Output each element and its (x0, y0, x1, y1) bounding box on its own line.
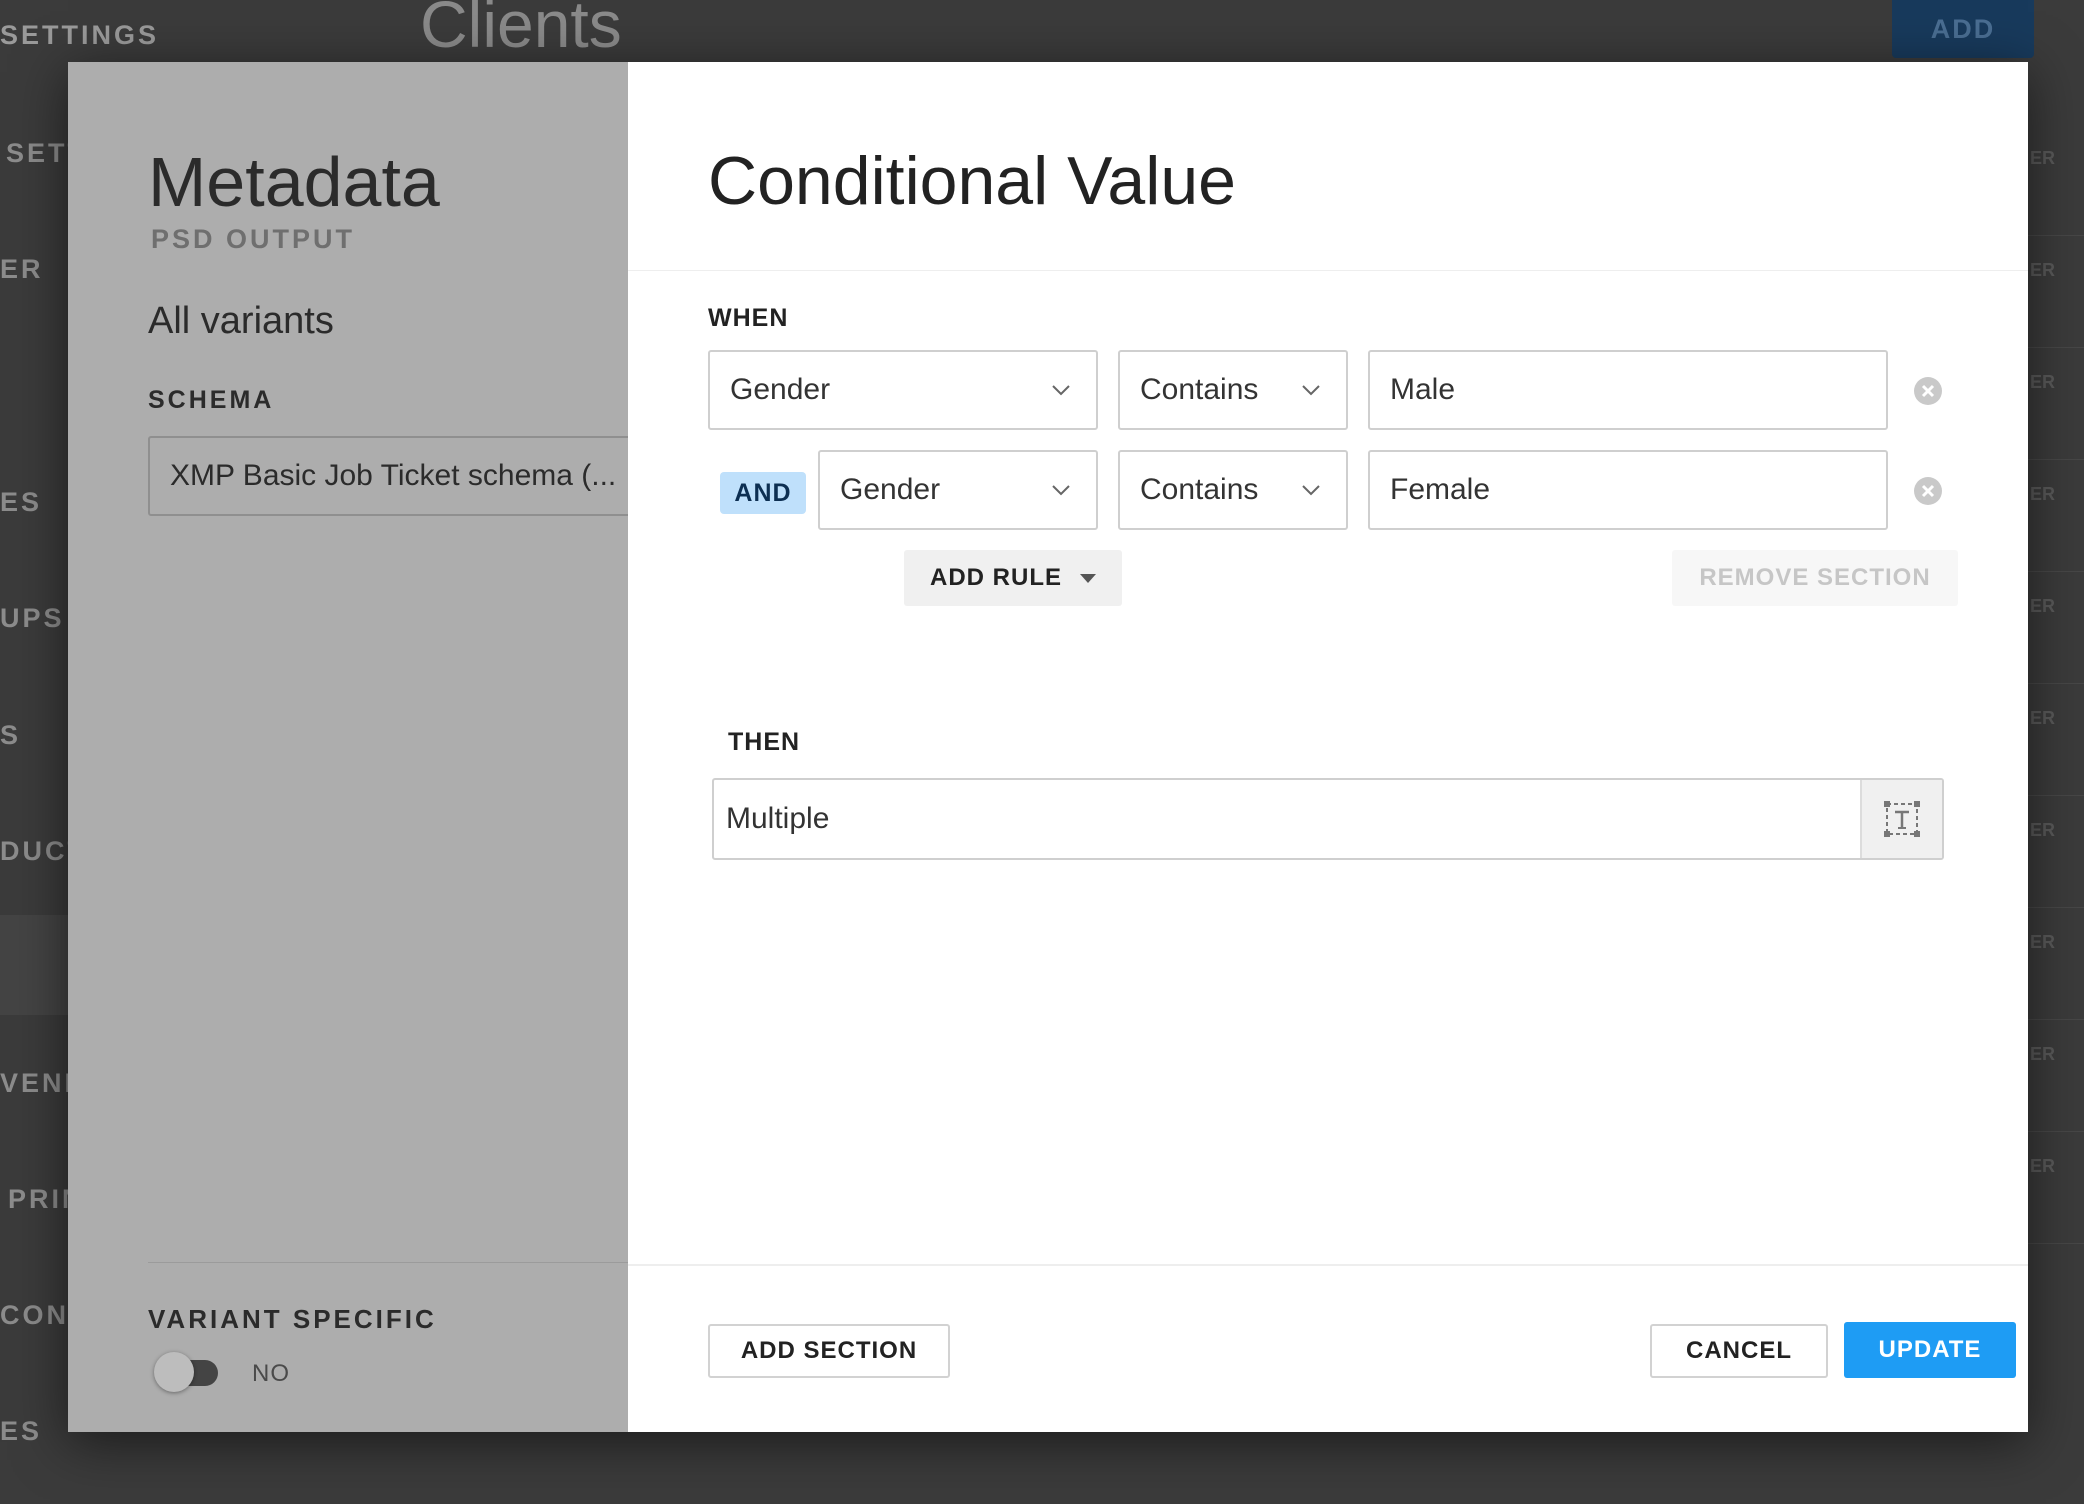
variants-heading: All variants (148, 300, 334, 342)
settings-label: SETTINGS (0, 20, 160, 50)
chevron-down-icon (1052, 485, 1070, 496)
variant-specific-value: NO (252, 1360, 290, 1387)
table-row[interactable] (2028, 348, 2084, 460)
cancel-button[interactable]: CANCEL (1650, 1324, 1828, 1378)
nav-item-es[interactable]: ES (0, 1416, 42, 1447)
schema-select[interactable]: XMP Basic Job Ticket schema (... (148, 436, 628, 516)
then-value-input[interactable]: Multiple (712, 778, 1944, 860)
when-label: WHEN (708, 304, 789, 332)
metadata-subtitle: PSD OUTPUT (151, 224, 356, 254)
conditional-value-dialog: Conditional Value WHEN Gender Contains M… (628, 62, 2028, 1432)
remove-rule-1-icon[interactable] (1912, 375, 1944, 407)
rule-1-value: Male (1390, 373, 1456, 406)
toggle-knob (154, 1352, 194, 1392)
row-label: ER (2030, 1044, 2056, 1064)
row-label: ER (2030, 484, 2056, 504)
rule-1-field-select[interactable]: Gender (708, 350, 1098, 430)
rule-1-operator-select[interactable]: Contains (1118, 350, 1348, 430)
text-field-picker-button[interactable] (1860, 780, 1942, 858)
nav-item-groups[interactable]: UPS (0, 603, 65, 634)
footer-divider (628, 1264, 2028, 1266)
table-row[interactable] (2028, 796, 2084, 908)
nav-active-highlight (0, 915, 70, 1015)
nav-item-roles[interactable]: ES (0, 487, 42, 518)
row-label: ER (2030, 820, 2056, 840)
nav-item-s[interactable]: S (0, 720, 21, 751)
row-label: ER (2030, 1156, 2056, 1176)
row-label: ER (2030, 260, 2056, 280)
table-row[interactable] (2028, 236, 2084, 348)
remove-section-button[interactable]: REMOVE SECTION (1672, 550, 1958, 606)
variant-specific-label: VARIANT SPECIFIC (148, 1304, 437, 1334)
table-row[interactable] (2028, 908, 2084, 1020)
metadata-panel: Metadata PSD OUTPUT All variants SCHEMA … (68, 62, 628, 1432)
rule-1-value-input[interactable]: Male (1368, 350, 1888, 430)
rule-2-operator-select[interactable]: Contains (1118, 450, 1348, 530)
row-label: ER (2030, 708, 2056, 728)
text-field-icon (1884, 801, 1920, 837)
table-row[interactable] (2028, 1132, 2084, 1244)
clients-page-title: Clients (420, 0, 622, 61)
then-label: THEN (728, 728, 801, 756)
metadata-title: Metadata (148, 143, 440, 221)
rule-2-value-input[interactable]: Female (1368, 450, 1888, 530)
metadata-modal: Metadata PSD OUTPUT All variants SCHEMA … (68, 62, 2028, 1432)
table-row[interactable] (2028, 572, 2084, 684)
table-row[interactable] (2028, 460, 2084, 572)
row-label: ER (2030, 372, 2056, 392)
chevron-down-icon (1302, 485, 1320, 496)
rule-2-field-value: Gender (840, 473, 941, 506)
table-row[interactable] (2028, 1020, 2084, 1132)
divider (148, 1262, 628, 1263)
chevron-down-icon (1052, 385, 1070, 396)
rule-1-operator-value: Contains (1140, 373, 1259, 406)
header-divider (628, 270, 2028, 271)
and-connector-badge[interactable]: AND (720, 472, 806, 514)
nav-item-user[interactable]: ER (0, 254, 44, 285)
variant-specific-toggle[interactable] (154, 1352, 220, 1392)
schema-value: XMP Basic Job Ticket schema (... (170, 459, 617, 492)
chevron-down-icon (1302, 385, 1320, 396)
add-section-button[interactable]: ADD SECTION (708, 1324, 950, 1378)
then-value: Multiple (726, 802, 830, 835)
rule-1-field-value: Gender (730, 373, 831, 406)
dialog-title: Conditional Value (708, 143, 1236, 219)
row-label: ER (2030, 932, 2056, 952)
screen: SETTINGS Clients ADD SETT ER ES UPS S DU… (0, 0, 2084, 1504)
rule-2-value: Female (1390, 473, 1491, 506)
add-rule-label: ADD RULE (930, 564, 1062, 591)
row-label: ER (2030, 596, 2056, 616)
rule-2-operator-value: Contains (1140, 473, 1259, 506)
caret-down-icon (1080, 573, 1096, 583)
schema-label: SCHEMA (148, 386, 275, 414)
row-label: ER (2030, 148, 2056, 168)
add-rule-button[interactable]: ADD RULE (904, 550, 1122, 606)
table-row[interactable] (2028, 684, 2084, 796)
add-client-button[interactable]: ADD (1892, 0, 2034, 58)
rule-2-field-select[interactable]: Gender (818, 450, 1098, 530)
update-button[interactable]: UPDATE (1844, 1322, 2016, 1378)
table-row[interactable] (2028, 124, 2084, 236)
remove-rule-2-icon[interactable] (1912, 475, 1944, 507)
